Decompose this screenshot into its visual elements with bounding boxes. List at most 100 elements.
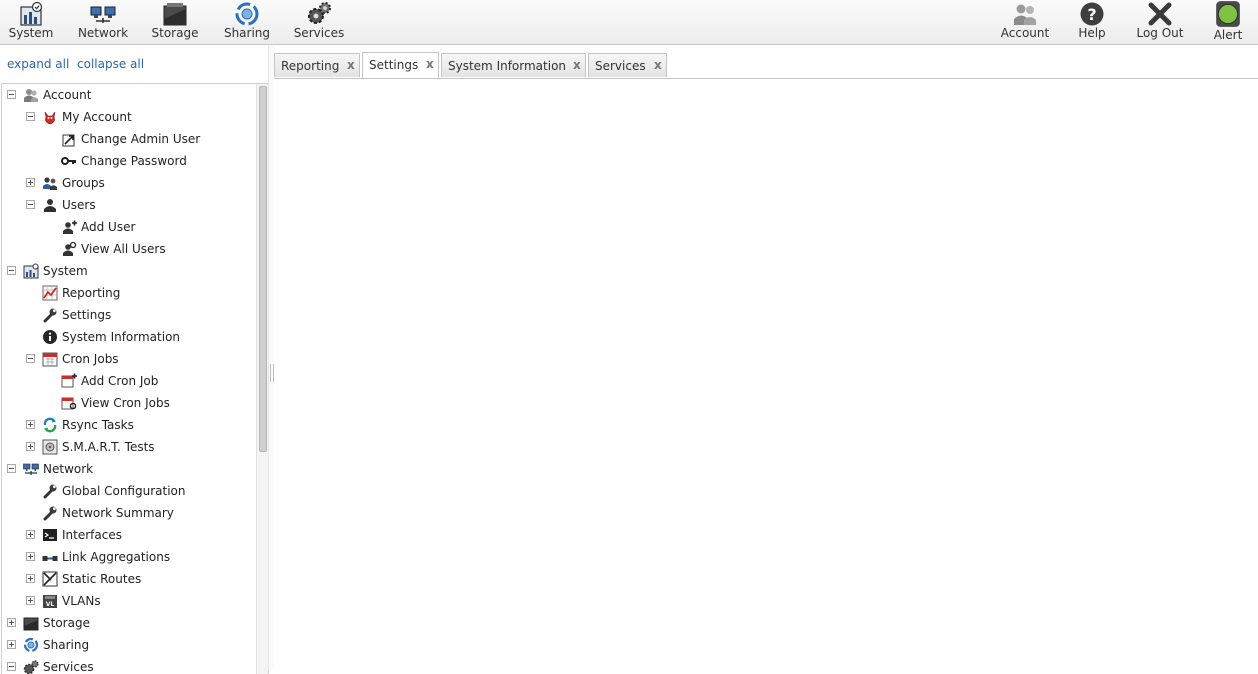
toolbar-network-button[interactable]: Network — [70, 0, 136, 44]
tree-item-s-m-a-r-t-tests[interactable]: S.M.A.R.T. Tests — [2, 436, 254, 458]
collapse-toggle-icon[interactable] — [26, 354, 35, 363]
toolbar-storage-label: Storage — [151, 26, 199, 40]
toolbar-network-label: Network — [77, 26, 129, 40]
tree-item-my-account[interactable]: My Account — [2, 106, 254, 128]
account-icon — [24, 89, 38, 102]
tree-item-label: Network — [43, 462, 94, 476]
tree-item-sharing[interactable]: Sharing — [2, 634, 254, 656]
expand-all-link[interactable]: expand all — [7, 57, 69, 71]
expand-toggle-icon[interactable] — [26, 552, 35, 561]
expand-toggle-icon[interactable] — [7, 618, 16, 627]
tree-item-label: System — [43, 264, 88, 278]
tree-item-network[interactable]: Network — [2, 458, 254, 480]
collapse-toggle-icon[interactable] — [7, 464, 16, 473]
collapse-toggle-icon[interactable] — [26, 200, 35, 209]
tree-item-label: Account — [43, 88, 92, 102]
tree-item-services[interactable]: Services — [2, 656, 254, 674]
tree-item-account[interactable]: Account — [2, 84, 254, 106]
toolbar-help-button[interactable]: ? Help — [1059, 0, 1125, 44]
tree-item-cron-jobs[interactable]: Cron Jobs — [2, 348, 254, 370]
tree-item-vlans[interactable]: VL VLANs — [2, 590, 254, 612]
sharing-icon — [235, 2, 259, 26]
toolbar-services-button[interactable]: Services — [286, 0, 352, 44]
expand-toggle-icon[interactable] — [26, 178, 35, 187]
tree-item-view-all-users[interactable]: View All Users — [2, 238, 254, 260]
expand-toggle-icon[interactable] — [26, 442, 35, 451]
network-icon — [23, 463, 39, 475]
view-users-icon — [63, 241, 77, 256]
tab-system-information[interactable]: System Information x — [441, 53, 586, 77]
tab-reporting[interactable]: Reporting x — [274, 53, 360, 77]
routes-icon — [42, 571, 58, 587]
tree-scrollbar-thumb[interactable] — [259, 86, 267, 452]
tree-item-label: My Account — [62, 110, 132, 124]
storage-icon — [163, 3, 187, 26]
expand-toggle-icon[interactable] — [26, 420, 35, 429]
tree-item-label: Change Admin User — [81, 132, 201, 146]
tab-services[interactable]: Services x — [588, 53, 667, 77]
wrench-icon — [43, 484, 57, 499]
sharing-icon — [23, 637, 39, 653]
tab-reporting-close-icon[interactable]: x — [347, 58, 355, 72]
tab-settings-label: Settings — [369, 58, 419, 72]
tree-item-system-information[interactable]: System Information — [2, 326, 254, 348]
rsync-icon — [43, 417, 57, 433]
toolbar-system-label: System — [8, 26, 54, 40]
expand-toggle-icon[interactable] — [26, 530, 35, 539]
tree-item-label: Reporting — [62, 286, 121, 300]
tree-item-rsync-tasks[interactable]: Rsync Tasks — [2, 414, 254, 436]
tree-item-label: Settings — [62, 308, 112, 322]
tree-item-change-password[interactable]: Change Password — [2, 150, 254, 172]
expand-toggle-icon[interactable] — [26, 596, 35, 605]
info-icon — [43, 330, 57, 344]
tree-item-label: Sharing — [43, 638, 90, 652]
tree-item-storage[interactable]: Storage — [2, 612, 254, 634]
logout-icon — [1148, 2, 1172, 26]
tree-item-change-admin-user[interactable]: Change Admin User — [2, 128, 254, 150]
tree-item-network-summary[interactable]: Network Summary — [2, 502, 254, 524]
collapse-toggle-icon[interactable] — [7, 266, 16, 275]
wrench-icon — [43, 308, 57, 323]
system-icon — [23, 263, 39, 279]
toolbar-system-button[interactable]: System — [0, 0, 64, 44]
tree-item-label: Change Password — [81, 154, 187, 168]
toolbar-storage-button[interactable]: Storage — [142, 0, 208, 44]
services-icon — [308, 2, 331, 24]
tree-item-label: VLANs — [62, 594, 101, 608]
tree-item-global-configuration[interactable]: Global Configuration — [2, 480, 254, 502]
tab-services-close-icon[interactable]: x — [654, 58, 662, 72]
tree-item-settings[interactable]: Settings — [2, 304, 254, 326]
tree-item-interfaces[interactable]: Interfaces — [2, 524, 254, 546]
toolbar-alert-button[interactable]: Alert — [1195, 0, 1258, 44]
tree-item-add-user[interactable]: Add User — [2, 216, 254, 238]
collapse-toggle-icon[interactable] — [26, 112, 35, 121]
tree-item-static-routes[interactable]: Static Routes — [2, 568, 254, 590]
svg-text:VL: VL — [46, 601, 55, 608]
tree-item-system[interactable]: System — [2, 260, 254, 282]
tree-item-label: View All Users — [81, 242, 166, 256]
toolbar-account-button[interactable]: Account — [992, 0, 1058, 44]
expand-toggle-icon[interactable] — [26, 574, 35, 583]
tab-settings-close-icon[interactable]: x — [426, 57, 434, 71]
tree-item-link-aggregations[interactable]: Link Aggregations — [2, 546, 254, 568]
expand-toggle-icon[interactable] — [7, 640, 16, 649]
key-icon — [61, 157, 76, 165]
tab-system-information-close-icon[interactable]: x — [573, 58, 581, 72]
collapse-toggle-icon[interactable] — [7, 90, 16, 99]
tree-item-view-cron-jobs[interactable]: View Cron Jobs — [2, 392, 254, 414]
tree-item-groups[interactable]: Groups — [2, 172, 254, 194]
tree-item-add-cron-job[interactable]: Add Cron Job — [2, 370, 254, 392]
alert-icon — [1216, 1, 1240, 27]
tree-item-label: View Cron Jobs — [81, 396, 170, 410]
tab-settings[interactable]: Settings x — [362, 52, 439, 78]
tree-item-label: S.M.A.R.T. Tests — [62, 440, 155, 454]
view-cron-icon — [61, 397, 77, 410]
toolbar-sharing-button[interactable]: Sharing — [214, 0, 280, 44]
tree-item-reporting[interactable]: Reporting — [2, 282, 254, 304]
groups-icon — [43, 177, 57, 190]
settings-content-area — [274, 79, 1258, 670]
tab-system-information-label: System Information — [448, 59, 567, 73]
tree-item-users[interactable]: Users — [2, 194, 254, 216]
collapse-all-link[interactable]: collapse all — [77, 57, 144, 71]
toolbar-logout-button[interactable]: Log Out — [1127, 0, 1193, 44]
